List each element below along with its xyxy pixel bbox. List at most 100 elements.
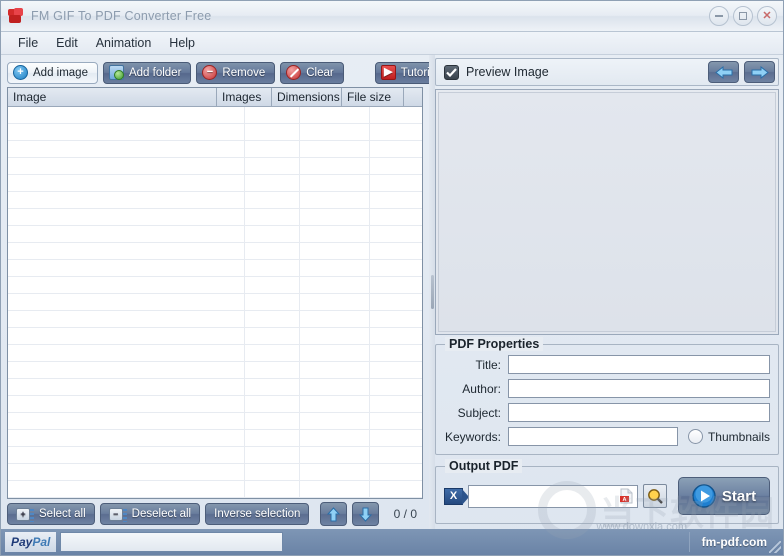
pdf-author-row: Author: (444, 379, 770, 398)
pdf-keywords-row: Keywords: Thumbnails (444, 427, 770, 446)
thumbnails-label: Thumbnails (707, 429, 770, 444)
inverse-selection-label: Inverse selection (214, 508, 301, 520)
image-list[interactable]: Image Images Dimensions File size (7, 87, 423, 499)
select-all-icon: + (16, 507, 34, 522)
add-image-button[interactable]: + Add image (7, 61, 98, 84)
preview-image-label: Preview Image (466, 65, 549, 79)
thumbnails-option: Thumbnails (687, 429, 770, 444)
maximize-button[interactable] (733, 6, 753, 26)
pdf-author-input[interactable] (508, 379, 770, 398)
image-list-body[interactable] (8, 107, 422, 498)
menu-item-animation[interactable]: Animation (87, 34, 161, 52)
window-controls: ✕ (709, 6, 777, 26)
svg-text:A: A (623, 497, 627, 503)
start-button[interactable]: Start (678, 477, 770, 515)
output-path-field-wrap: A (468, 484, 638, 508)
column-header-images[interactable]: Images (217, 88, 272, 106)
grid-line (244, 107, 245, 498)
preview-image-checkbox[interactable] (444, 64, 459, 80)
add-folder-button[interactable]: Add folder (102, 61, 192, 84)
selection-count: 0 / 0 (393, 507, 417, 521)
splitter-grip (430, 275, 434, 309)
menu-item-help[interactable]: Help (160, 34, 204, 52)
left-panel: + Add image Add folder − Remove Clear ▶ (1, 55, 449, 529)
folder-add-icon (108, 65, 124, 80)
no-entry-icon (286, 65, 302, 80)
inverse-selection-button[interactable]: Inverse selection (205, 503, 310, 525)
site-link[interactable]: fm-pdf.com (688, 532, 767, 552)
deselect-all-button[interactable]: − Deselect all (99, 503, 201, 525)
grid-line (369, 107, 370, 498)
add-folder-label: Add folder (128, 66, 182, 79)
right-panel: Preview Image PDF Properties Title: Auth… (435, 55, 783, 529)
arrow-left-icon (714, 65, 732, 79)
column-header-file-size[interactable]: File size (342, 88, 404, 106)
menu-bar: File Edit Animation Help (1, 32, 783, 55)
minimize-button[interactable] (709, 6, 729, 26)
pdf-title-row: Title: (444, 355, 770, 374)
application-window: FM GIF To PDF Converter Free ✕ File Edit… (0, 0, 784, 556)
preview-area[interactable] (435, 89, 779, 335)
pdf-title-input[interactable] (508, 355, 770, 374)
main-content: + Add image Add folder − Remove Clear ▶ (1, 55, 783, 529)
remove-label: Remove (222, 66, 266, 79)
output-pdf-row: X A Start (444, 477, 770, 515)
pdf-subject-row: Subject: (444, 403, 770, 422)
paypal-label-pay: Pay (11, 535, 33, 549)
menu-item-file[interactable]: File (9, 34, 47, 52)
preview-header: Preview Image (435, 58, 779, 86)
previous-image-button[interactable] (708, 61, 739, 83)
output-path-input[interactable] (468, 484, 638, 508)
select-all-label: Select all (39, 508, 86, 520)
move-up-button[interactable] (320, 502, 348, 526)
pdf-title-label: Title: (475, 357, 501, 372)
window-title: FM GIF To PDF Converter Free (31, 9, 212, 23)
column-header-filler (404, 88, 422, 106)
arrow-right-icon (751, 65, 769, 79)
title-bar: FM GIF To PDF Converter Free ✕ (1, 1, 783, 32)
output-pdf-title: Output PDF (445, 459, 523, 473)
close-button[interactable]: ✕ (757, 6, 777, 26)
pdf-subject-label: Subject: (457, 405, 501, 420)
remove-button[interactable]: − Remove (196, 61, 276, 84)
preview-nav-buttons (708, 61, 775, 83)
next-image-button[interactable] (744, 61, 775, 83)
paypal-label-pal: Pal (32, 535, 51, 549)
status-bar: Pay Pal fm-pdf.com (1, 529, 783, 555)
column-header-dimensions[interactable]: Dimensions (272, 88, 342, 106)
image-list-header: Image Images Dimensions File size (8, 88, 422, 107)
preview-canvas (438, 92, 776, 332)
column-header-image[interactable]: Image (8, 88, 217, 106)
thumbnails-checkbox[interactable] (687, 429, 703, 444)
clear-button[interactable]: Clear (280, 61, 344, 84)
arrow-down-icon (359, 507, 373, 522)
pdf-keywords-label: Keywords: (444, 429, 501, 444)
arrow-up-icon (327, 506, 341, 521)
grid-line (299, 107, 300, 498)
output-pdf-group: Output PDF X A Start (435, 459, 779, 524)
pdf-author-label: Author: (462, 381, 501, 396)
pdf-file-icon: A (618, 488, 635, 505)
start-label: Start (721, 487, 757, 505)
minus-circle-icon: − (202, 65, 218, 80)
play-circle-icon (692, 484, 716, 508)
play-icon: ▶ (380, 65, 396, 80)
checkmark-icon (446, 67, 457, 77)
pdf-properties-group: PDF Properties Title: Author: Subject: K… (435, 337, 779, 455)
resize-grip[interactable] (769, 541, 781, 553)
pdf-subject-input[interactable] (508, 403, 770, 422)
app-icon (7, 7, 25, 25)
move-down-button[interactable] (352, 502, 380, 526)
add-image-label: Add image (33, 66, 88, 79)
progress-bar (60, 532, 284, 552)
add-circle-icon: + (13, 65, 28, 80)
pdf-keywords-input[interactable] (508, 427, 678, 446)
close-x-badge-icon[interactable]: X (444, 487, 469, 505)
clear-label: Clear (306, 66, 334, 79)
bottom-toolbar: + Select all − Deselect all Inverse sele… (1, 499, 429, 529)
menu-item-edit[interactable]: Edit (47, 34, 87, 52)
deselect-all-label: Deselect all (131, 508, 192, 520)
paypal-donate-button[interactable]: Pay Pal (5, 532, 57, 552)
select-all-button[interactable]: + Select all (7, 503, 95, 525)
browse-output-button[interactable] (643, 484, 667, 508)
